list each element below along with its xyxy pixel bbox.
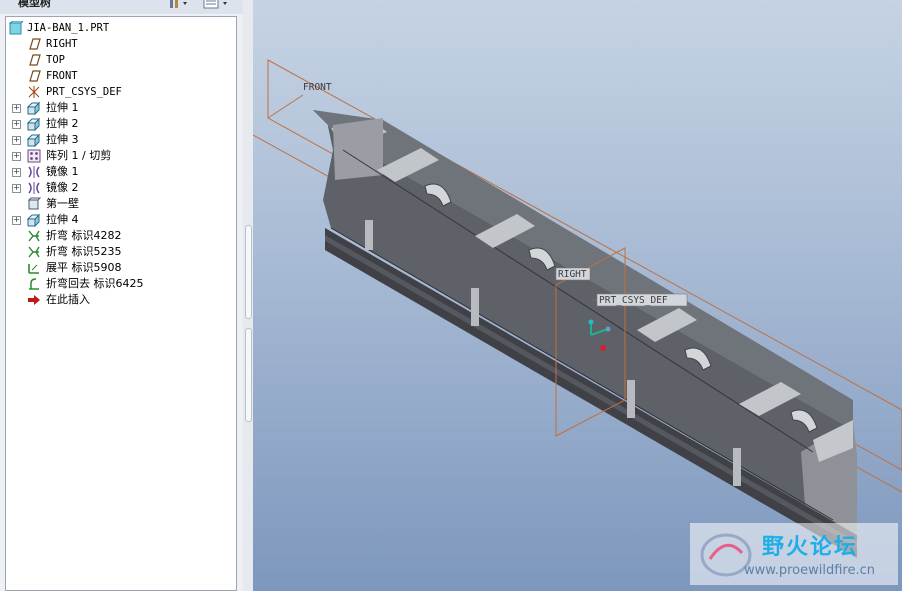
tree-item-label: 镜像 1 [46,165,79,178]
datum-plane-icon [27,69,41,83]
tree-item-label: 拉伸 4 [46,213,79,226]
unbend-icon [27,261,41,275]
tree-item[interactable]: + 拉伸 3 [6,132,236,148]
tree-item[interactable]: + 拉伸 2 [6,116,236,132]
model-tree: JIA-BAN_1.PRT RIGHT TOP FRONT PRT_CSYS_DEF +… [5,16,237,591]
right-datum-tag[interactable]: RIGHT [555,267,591,281]
tree-item[interactable]: + 阵列 1 / 切剪 [6,148,236,164]
panel-splitter[interactable] [243,0,253,591]
tree-item-label: 拉伸 2 [46,117,79,130]
tree-root-part[interactable]: JIA-BAN_1.PRT [6,20,236,36]
mirror-icon [27,165,41,179]
tree-item[interactable]: + 镜像 2 [6,180,236,196]
tree-item-label: FRONT [46,70,78,82]
expand-toggle-icon[interactable]: + [12,136,21,145]
extrude-icon [26,101,41,116]
tree-item[interactable]: 折弯 标识4282 [6,228,236,244]
expand-toggle-icon[interactable]: + [12,184,21,193]
coordinate-system-icon [27,85,41,99]
extrude-icon [26,117,41,132]
csys-tag-label: PRT_CSYS_DEF [599,295,668,306]
expand-toggle-icon[interactable]: + [12,152,21,161]
show-settings-icon[interactable] [168,0,192,10]
bend-back-icon [27,277,41,291]
watermark-url: www.proewildfire.cn [744,563,875,578]
front-datum-tag-label: FRONT [303,82,332,93]
tree-item-label: TOP [46,54,65,66]
splitter-grip-lower[interactable] [245,328,252,422]
bend-icon [27,229,41,243]
mirror-icon [27,181,41,195]
tree-item-label: 拉伸 3 [46,133,79,146]
watermark-title: 野火论坛 [762,535,859,560]
forum-watermark: 野火论坛 www.proewildfire.cn [690,523,898,585]
right-datum-tag-label: RIGHT [558,269,587,280]
expand-toggle-icon[interactable]: + [12,216,21,225]
tree-item-label: 第一壁 [46,197,79,210]
bend-icon [27,245,41,259]
part-icon [8,20,26,35]
tree-item[interactable]: 折弯 标识5235 [6,244,236,260]
tree-item[interactable]: 展平 标识5908 [6,260,236,276]
tree-item[interactable]: RIGHT [6,36,236,52]
expand-toggle-icon[interactable]: + [12,120,21,129]
model-tree-panel: 模型树 JIA-BAN_1.PRT RIGHT TOP FRONT PRT_CSYS_… [0,0,253,591]
tree-item[interactable]: TOP [6,52,236,68]
model-tree-title: 模型树 [18,0,51,9]
csys-tag[interactable]: PRT_CSYS_DEF [591,293,688,307]
pattern-icon [27,149,41,163]
tree-item[interactable]: 折弯回去 标识6425 [6,276,236,292]
tree-item-label: 镜像 2 [46,181,79,194]
extrude-icon [26,213,41,228]
tree-item-label: PRT_CSYS_DEF [46,86,122,98]
tree-item-label: 折弯 标识5235 [46,245,122,258]
datum-plane-icon [27,53,41,67]
front-datum-tag[interactable]: FRONT [303,82,332,93]
model-tree-header: 模型树 [0,0,253,14]
tree-item[interactable]: + 拉伸 1 [6,100,236,116]
first-wall-icon [27,197,42,211]
tree-item-label: 阵列 1 / 切剪 [46,149,112,162]
tree-filters-icon[interactable] [203,0,231,10]
datum-plane-icon [27,37,41,51]
tree-item-label: 折弯 标识4282 [46,229,122,242]
expand-toggle-icon[interactable]: + [12,104,21,113]
tree-item[interactable]: + 镜像 1 [6,164,236,180]
tree-item-label: 拉伸 1 [46,101,79,114]
tree-item[interactable]: 第一壁 [6,196,236,212]
tree-item-label: 折弯回去 标识6425 [46,277,144,290]
tree-item-label: RIGHT [46,38,78,50]
tree-item[interactable]: 在此插入 [6,292,236,308]
graphics-viewport[interactable]: FRONT RIGHT PRT_CSYS_DEF [253,0,902,591]
extrude-icon [26,133,41,148]
expand-toggle-icon[interactable]: + [12,168,21,177]
part-model-scene: FRONT RIGHT PRT_CSYS_DEF [253,59,902,558]
tree-item-label: 在此插入 [46,293,90,306]
splitter-grip-upper[interactable] [245,225,252,319]
sheet-metal-part [313,110,857,558]
insert-here-arrow-icon [27,293,41,307]
tree-item[interactable]: FRONT [6,68,236,84]
tree-item[interactable]: + 拉伸 4 [6,212,236,228]
tree-item-label: 展平 标识5908 [46,261,122,274]
tree-item[interactable]: PRT_CSYS_DEF [6,84,236,100]
root-part-label: JIA-BAN_1.PRT [27,22,110,34]
